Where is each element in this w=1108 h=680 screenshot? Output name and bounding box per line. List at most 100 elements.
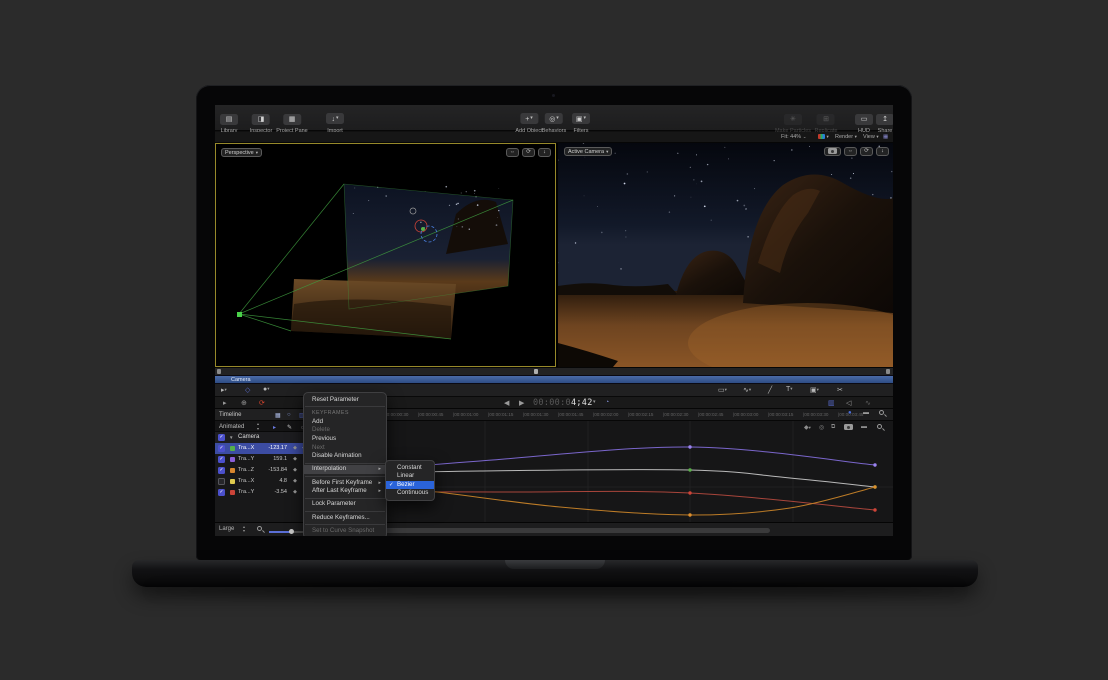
submenu-item-bezier[interactable]: ✓Bezier (386, 481, 434, 490)
parameter-row[interactable]: ✓Tra...Y-3.54◆ (215, 487, 310, 498)
snapshot-camera-button[interactable] (844, 424, 853, 431)
keyframe-point[interactable] (873, 485, 876, 488)
keyframe-icon[interactable]: ◆ (293, 443, 297, 454)
keyframe-point[interactable] (688, 491, 691, 494)
curve-snapshot-toggle[interactable]: ⧉ (831, 424, 835, 431)
camera-view-menu-right[interactable]: Active Camera▾ (564, 147, 612, 156)
keyframe-icon[interactable]: ◆ (293, 454, 297, 465)
zoom-out-control[interactable] (257, 526, 262, 532)
keyframe-icon[interactable]: ◆ (293, 476, 297, 487)
render-menu[interactable]: Render ▾ (835, 134, 857, 140)
submenu-item-constant[interactable]: Constant (386, 464, 434, 473)
parameter-row[interactable]: ✓Tra...Z-153.84◆ (215, 465, 310, 476)
checkbox-icon[interactable]: ✓ (218, 467, 225, 474)
parameter-row[interactable]: Tra...X4.8◆ (215, 476, 310, 487)
library-button[interactable]: ▤ Library (220, 108, 238, 134)
orbit-view-button[interactable]: ⟳ (860, 147, 873, 156)
line-tool-button[interactable]: ╱ (768, 386, 772, 394)
time-ruler[interactable]: |00:00:00:15|00:00:00:30|00:00:00:45|00:… (310, 409, 893, 421)
pointer-tool-button[interactable]: ▸▾ (221, 386, 227, 394)
play-button[interactable]: ▶ (519, 399, 524, 407)
parameter-value[interactable]: -153.84 (268, 465, 287, 476)
add-keyframe-button[interactable]: ◆▾ (804, 424, 811, 431)
parameter-row[interactable]: ✓Tra...X-123.17◆◂▸ (215, 443, 310, 454)
project-pane-button[interactable]: ▦ Project Pane (276, 108, 308, 134)
menu-item-before-first-keyframe[interactable]: Before First Keyframe▸ (304, 479, 386, 488)
keyframe-point[interactable] (873, 463, 876, 466)
disclosure-triangle-icon[interactable]: ▼ (229, 432, 233, 443)
rect-tool-button[interactable]: ▭▾ (718, 386, 727, 394)
import-button[interactable]: ↓▾ Import (326, 108, 344, 134)
transform-3d-tool-button[interactable]: ◇ (245, 386, 250, 394)
checkbox-icon[interactable]: ✓ (218, 445, 225, 452)
checkbox-icon[interactable]: ✓ (218, 489, 225, 496)
track-size-select[interactable]: Large (219, 526, 234, 532)
menu-item-lock-parameter[interactable]: Lock Parameter (304, 500, 386, 509)
text-tool-button[interactable]: T▾ (786, 386, 793, 393)
camera-view-menu-left[interactable]: Perspective▾ (221, 148, 262, 157)
pan-view-button[interactable]: ⇔ (506, 148, 519, 157)
parameter-row[interactable]: ✓Tra...Y159.1◆ (215, 454, 310, 465)
out-point-marker[interactable] (886, 369, 890, 374)
checkerboard-icon[interactable]: ▦ (275, 412, 281, 419)
pencil-icon[interactable]: ✎ (287, 424, 292, 431)
orbit-view-button[interactable]: ⟳ (522, 148, 535, 157)
menu-item-after-last-keyframe[interactable]: After Last Keyframe▸ (304, 487, 386, 496)
keyframe-point[interactable] (873, 508, 876, 511)
ring-icon[interactable]: ○ (287, 412, 291, 418)
horizontal-scrollbar[interactable] (380, 528, 770, 533)
keyframe-point[interactable] (688, 445, 691, 448)
menu-item-interpolation[interactable]: Interpolation▸ (304, 465, 386, 474)
hud-button[interactable]: ▭ HUD (855, 108, 873, 134)
fit-zoom-control[interactable]: Fit: 44% ⌄ (781, 134, 807, 140)
inspector-button[interactable]: ◨ Inspector (250, 108, 273, 134)
image-mask-tool-button[interactable]: ▣▾ (810, 386, 819, 394)
show-audio-icon[interactable]: ◁ (846, 399, 851, 407)
viewport-perspective[interactable]: Perspective▾ ⇔ ⟳ ↓ (215, 143, 556, 367)
checkbox-icon[interactable]: ✓ (218, 434, 225, 441)
parameter-value[interactable]: -123.17 (268, 443, 287, 454)
show-keyframes-icon[interactable]: ∿ (865, 399, 871, 407)
menu-item-reduce-keyframes[interactable]: Reduce Keyframes... (304, 514, 386, 523)
zoom-icon[interactable] (879, 410, 884, 416)
edit-mode-icon[interactable]: ▸ (223, 399, 227, 407)
parameter-value[interactable]: -3.54 (274, 487, 287, 498)
keyframe-point[interactable] (688, 513, 691, 516)
timeline-scrubber[interactable] (215, 367, 893, 375)
snap-button[interactable]: ◎ (819, 424, 824, 431)
fit-curves-icon[interactable]: ▬ (863, 410, 869, 416)
fit-visible-button[interactable]: ▬ (861, 424, 867, 430)
dolly-view-button[interactable]: ↓ (538, 148, 551, 157)
viewport-active-camera[interactable]: Active Camera▾ ⇔ ⟳ ↓ (558, 143, 893, 367)
tab-timeline[interactable]: Timeline (219, 412, 241, 418)
stepper-icon[interactable]: ▴▾ (243, 525, 245, 534)
parameter-value[interactable]: 159.1 (273, 454, 287, 465)
in-point-marker[interactable] (217, 369, 221, 374)
camera-layer-bar[interactable]: Camera (215, 375, 893, 384)
sphere-tool-button[interactable]: ●▾ (263, 386, 270, 393)
pan-view-button[interactable]: ⇔ (844, 147, 857, 156)
camera-button[interactable] (824, 147, 841, 156)
stepper-icon[interactable]: ▴▾ (257, 422, 259, 431)
share-button[interactable]: ↥ Share (876, 108, 893, 134)
zoom-keyframes-button[interactable] (877, 424, 882, 430)
playhead-marker[interactable] (534, 369, 538, 374)
layout-icon[interactable]: ▦ (883, 134, 888, 140)
menu-item-reset-parameter[interactable]: Reset Parameter (304, 396, 386, 405)
checkbox-icon[interactable] (218, 478, 225, 485)
bezier-tool-button[interactable]: ∿▾ (743, 386, 751, 394)
crosshair-icon[interactable]: ⊕ (241, 399, 247, 407)
view-menu[interactable]: View ▾ (863, 134, 879, 140)
color-channels-button[interactable]: ▾ (818, 134, 829, 140)
menu-item-disable-animation[interactable]: Disable Animation (304, 452, 386, 461)
slider-thumb[interactable] (289, 529, 294, 534)
parameter-value[interactable]: 4.8 (279, 476, 287, 487)
pointer-icon[interactable]: ▸ (273, 424, 276, 431)
prev-frame-button[interactable]: ◀ (504, 399, 509, 407)
keyframe-point[interactable] (688, 468, 691, 471)
camera-group-row[interactable]: ✓ ▼ Camera (215, 432, 310, 443)
keyframe-icon[interactable]: ◆ (293, 465, 297, 476)
menu-item-previous[interactable]: Previous (304, 435, 386, 444)
checkbox-icon[interactable]: ✓ (218, 456, 225, 463)
add-object-button[interactable]: +▾ Add Object (515, 108, 542, 134)
